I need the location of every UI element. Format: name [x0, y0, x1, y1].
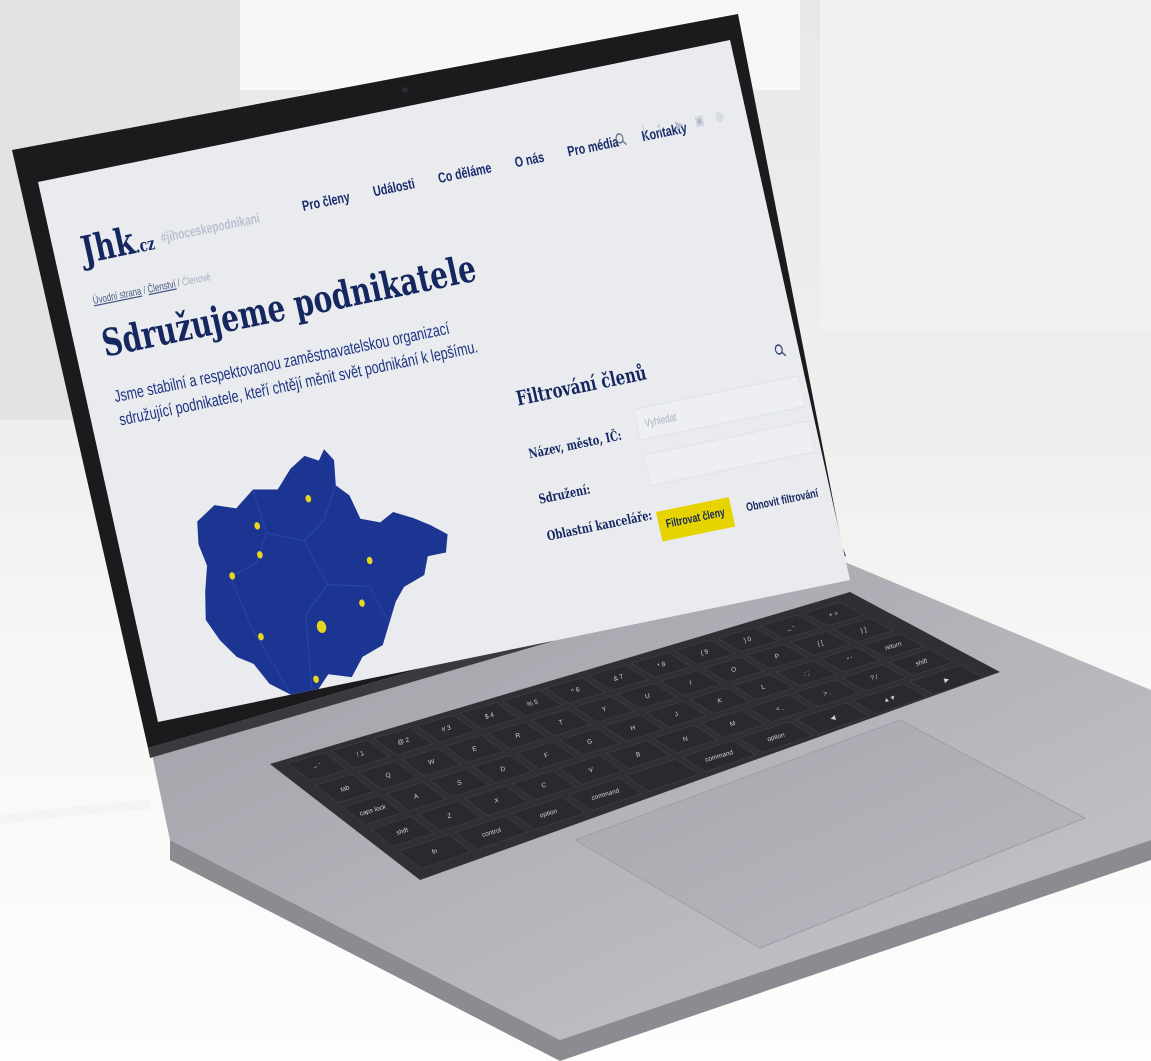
filter-members-button[interactable]: Filtrovat členy	[655, 497, 736, 542]
nav-item-co-delame[interactable]: Co děláme	[437, 161, 493, 187]
label-name-city-ic: Název, město, IČ:	[527, 428, 624, 463]
social-links: f ▶ ▣ ◎	[642, 108, 727, 142]
breadcrumb-current: Členové	[180, 270, 212, 289]
nav-item-o-nas[interactable]: O nás	[513, 150, 545, 171]
main-nav: Pro členy Události Co děláme O nás Pro m…	[301, 121, 689, 215]
label-association: Sdružení:	[537, 482, 592, 508]
breadcrumb-home[interactable]: Úvodní strana	[91, 284, 142, 306]
site-logo[interactable]: Jhk.cz	[77, 216, 158, 274]
label-regional-office: Oblastní kanceláře:	[545, 508, 654, 545]
filter-search-icon[interactable]	[773, 342, 787, 359]
charging-cable	[0, 798, 176, 825]
hashtag-link[interactable]: #jihoceskepodnikani	[159, 211, 261, 246]
nav-item-pro-media[interactable]: Pro média	[566, 135, 620, 160]
nav-item-udalosti[interactable]: Události	[372, 177, 417, 200]
linkedin-icon[interactable]: ▣	[693, 113, 707, 130]
instagram-icon[interactable]: ◎	[713, 109, 727, 126]
nav-item-pro-cleny[interactable]: Pro členy	[301, 190, 351, 214]
breadcrumb-membership[interactable]: Členství	[146, 277, 177, 295]
youtube-icon[interactable]: ▶	[673, 118, 687, 135]
facebook-icon[interactable]: f	[652, 122, 666, 139]
reset-filter-link[interactable]: Obnovit filtrování	[745, 487, 820, 515]
webcam	[402, 87, 408, 93]
breadcrumb: Úvodní strana / Členství / Členové	[91, 270, 211, 306]
filter-title: Filtrování členů	[513, 360, 649, 411]
